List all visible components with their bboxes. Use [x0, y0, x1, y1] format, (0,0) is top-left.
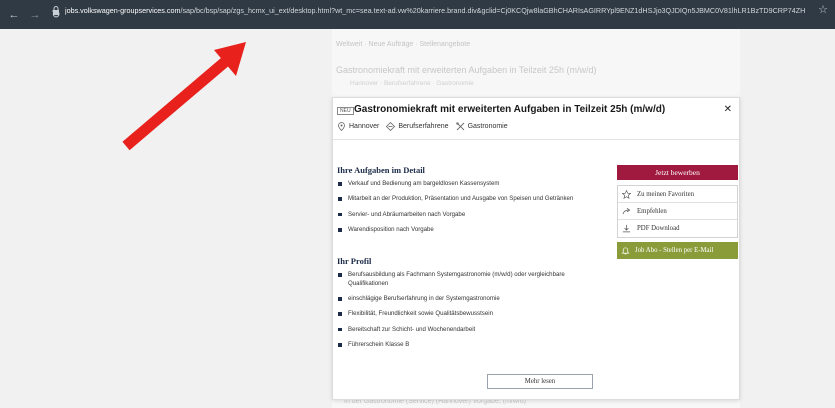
job-title: Gastronomiekraft mit erweiterten Aufgabe…: [354, 104, 666, 115]
field-item: Gastronomie: [455, 122, 508, 131]
pdf-download-label: PDF Download: [637, 225, 680, 232]
bell-icon: [621, 247, 630, 255]
favorites-button[interactable]: Zu meinen Favoriten: [618, 186, 737, 203]
profile-heading: Ihr Profil: [337, 256, 372, 266]
pdf-download-button[interactable]: PDF Download: [618, 220, 737, 237]
task-item: Mitarbeit an der Produktion, Präsentatio…: [337, 194, 599, 203]
header-divider: [333, 139, 739, 140]
modal-header: NEU Gastronomiekraft mit erweiterten Auf…: [333, 98, 739, 140]
profile-item: Führerschein Klasse B: [337, 340, 599, 349]
cutlery-icon: [455, 122, 464, 131]
download-icon: [622, 224, 631, 233]
background-breadcrumb: Weltweit · Neue Aufträge · Stellenangebo…: [336, 41, 471, 48]
level-item: Berufserfahrene: [386, 122, 449, 131]
location-label: Hannover: [349, 123, 380, 130]
back-icon[interactable]: ←: [7, 8, 21, 22]
browser-toolbar: ← → ↻ jobs.volkswagen-groupservices.com/…: [0, 0, 835, 29]
profile-item: Flexibilität, Freundlichkeit sowie Quali…: [337, 309, 599, 318]
star-icon: [622, 189, 631, 199]
job-alert-label: Job Abo - Stellen per E-Mail: [635, 247, 714, 254]
apply-button[interactable]: Jetzt bewerben: [617, 165, 738, 180]
url-host: jobs.volkswagen-groupservices.com: [65, 6, 181, 15]
forward-icon[interactable]: →: [28, 8, 42, 22]
profile-item: einschlägige Berufserfahrung in der Syst…: [337, 294, 599, 303]
background-job-title[interactable]: Gastronomiekraft mit erweiterten Aufgabe…: [336, 65, 596, 75]
profile-list: Berufsausbildung als Fachmann Systemgast…: [337, 270, 599, 356]
favorites-label: Zu meinen Favoriten: [637, 190, 695, 198]
recommend-button[interactable]: Empfehlen: [618, 203, 737, 220]
url-text: jobs.volkswagen-groupservices.com/sap/bc…: [65, 6, 805, 15]
profile-item: Berufsausbildung als Fachmann Systemgast…: [337, 270, 599, 288]
new-badge: NEU: [337, 107, 354, 115]
tasks-list: Verkauf und Bedienung am bargeldlosen Ka…: [337, 179, 599, 241]
job-alert-button[interactable]: Job Abo - Stellen per E-Mail: [617, 242, 738, 259]
url-path: /sap/bc/bsp/sap/zgs_hcmx_ui_ext/desktop.…: [180, 6, 805, 15]
share-arrow-icon: [622, 207, 631, 214]
location-pin-icon: [338, 122, 345, 131]
level-label: Berufserfahrene: [398, 123, 449, 130]
address-bar[interactable]: jobs.volkswagen-groupservices.com/sap/bc…: [52, 3, 822, 18]
career-level-icon: [386, 122, 396, 131]
job-detail-modal: NEU Gastronomiekraft mit erweiterten Auf…: [332, 97, 740, 400]
bookmark-star-icon[interactable]: ☆: [818, 3, 828, 16]
action-list: Zu meinen Favoriten Empfehlen PDF Downlo…: [617, 185, 738, 238]
field-label: Gastronomie: [467, 123, 508, 130]
recommend-label: Empfehlen: [637, 207, 667, 215]
task-item: Verkauf und Bedienung am bargeldlosen Ka…: [337, 179, 599, 188]
background-job-meta: Hannover · Berufserfahrene · Gastronomie: [350, 80, 474, 87]
tasks-heading: Ihre Aufgaben im Detail: [337, 165, 425, 175]
job-meta: Hannover Berufserfahrene Gastronomie: [337, 122, 515, 131]
location-item: Hannover: [337, 122, 379, 131]
red-arrow-icon: [122, 42, 246, 151]
lock-icon: [53, 6, 59, 15]
task-item: Servier- und Abräumarbeiten nach Vorgabe: [337, 210, 599, 219]
task-item: Warendisposition nach Vorgabe: [337, 225, 599, 234]
close-icon[interactable]: ✕: [724, 104, 732, 115]
profile-item: Bereitschaft zur Schicht- und Wochenenda…: [337, 325, 599, 334]
read-more-button[interactable]: Mehr lesen: [487, 374, 593, 389]
